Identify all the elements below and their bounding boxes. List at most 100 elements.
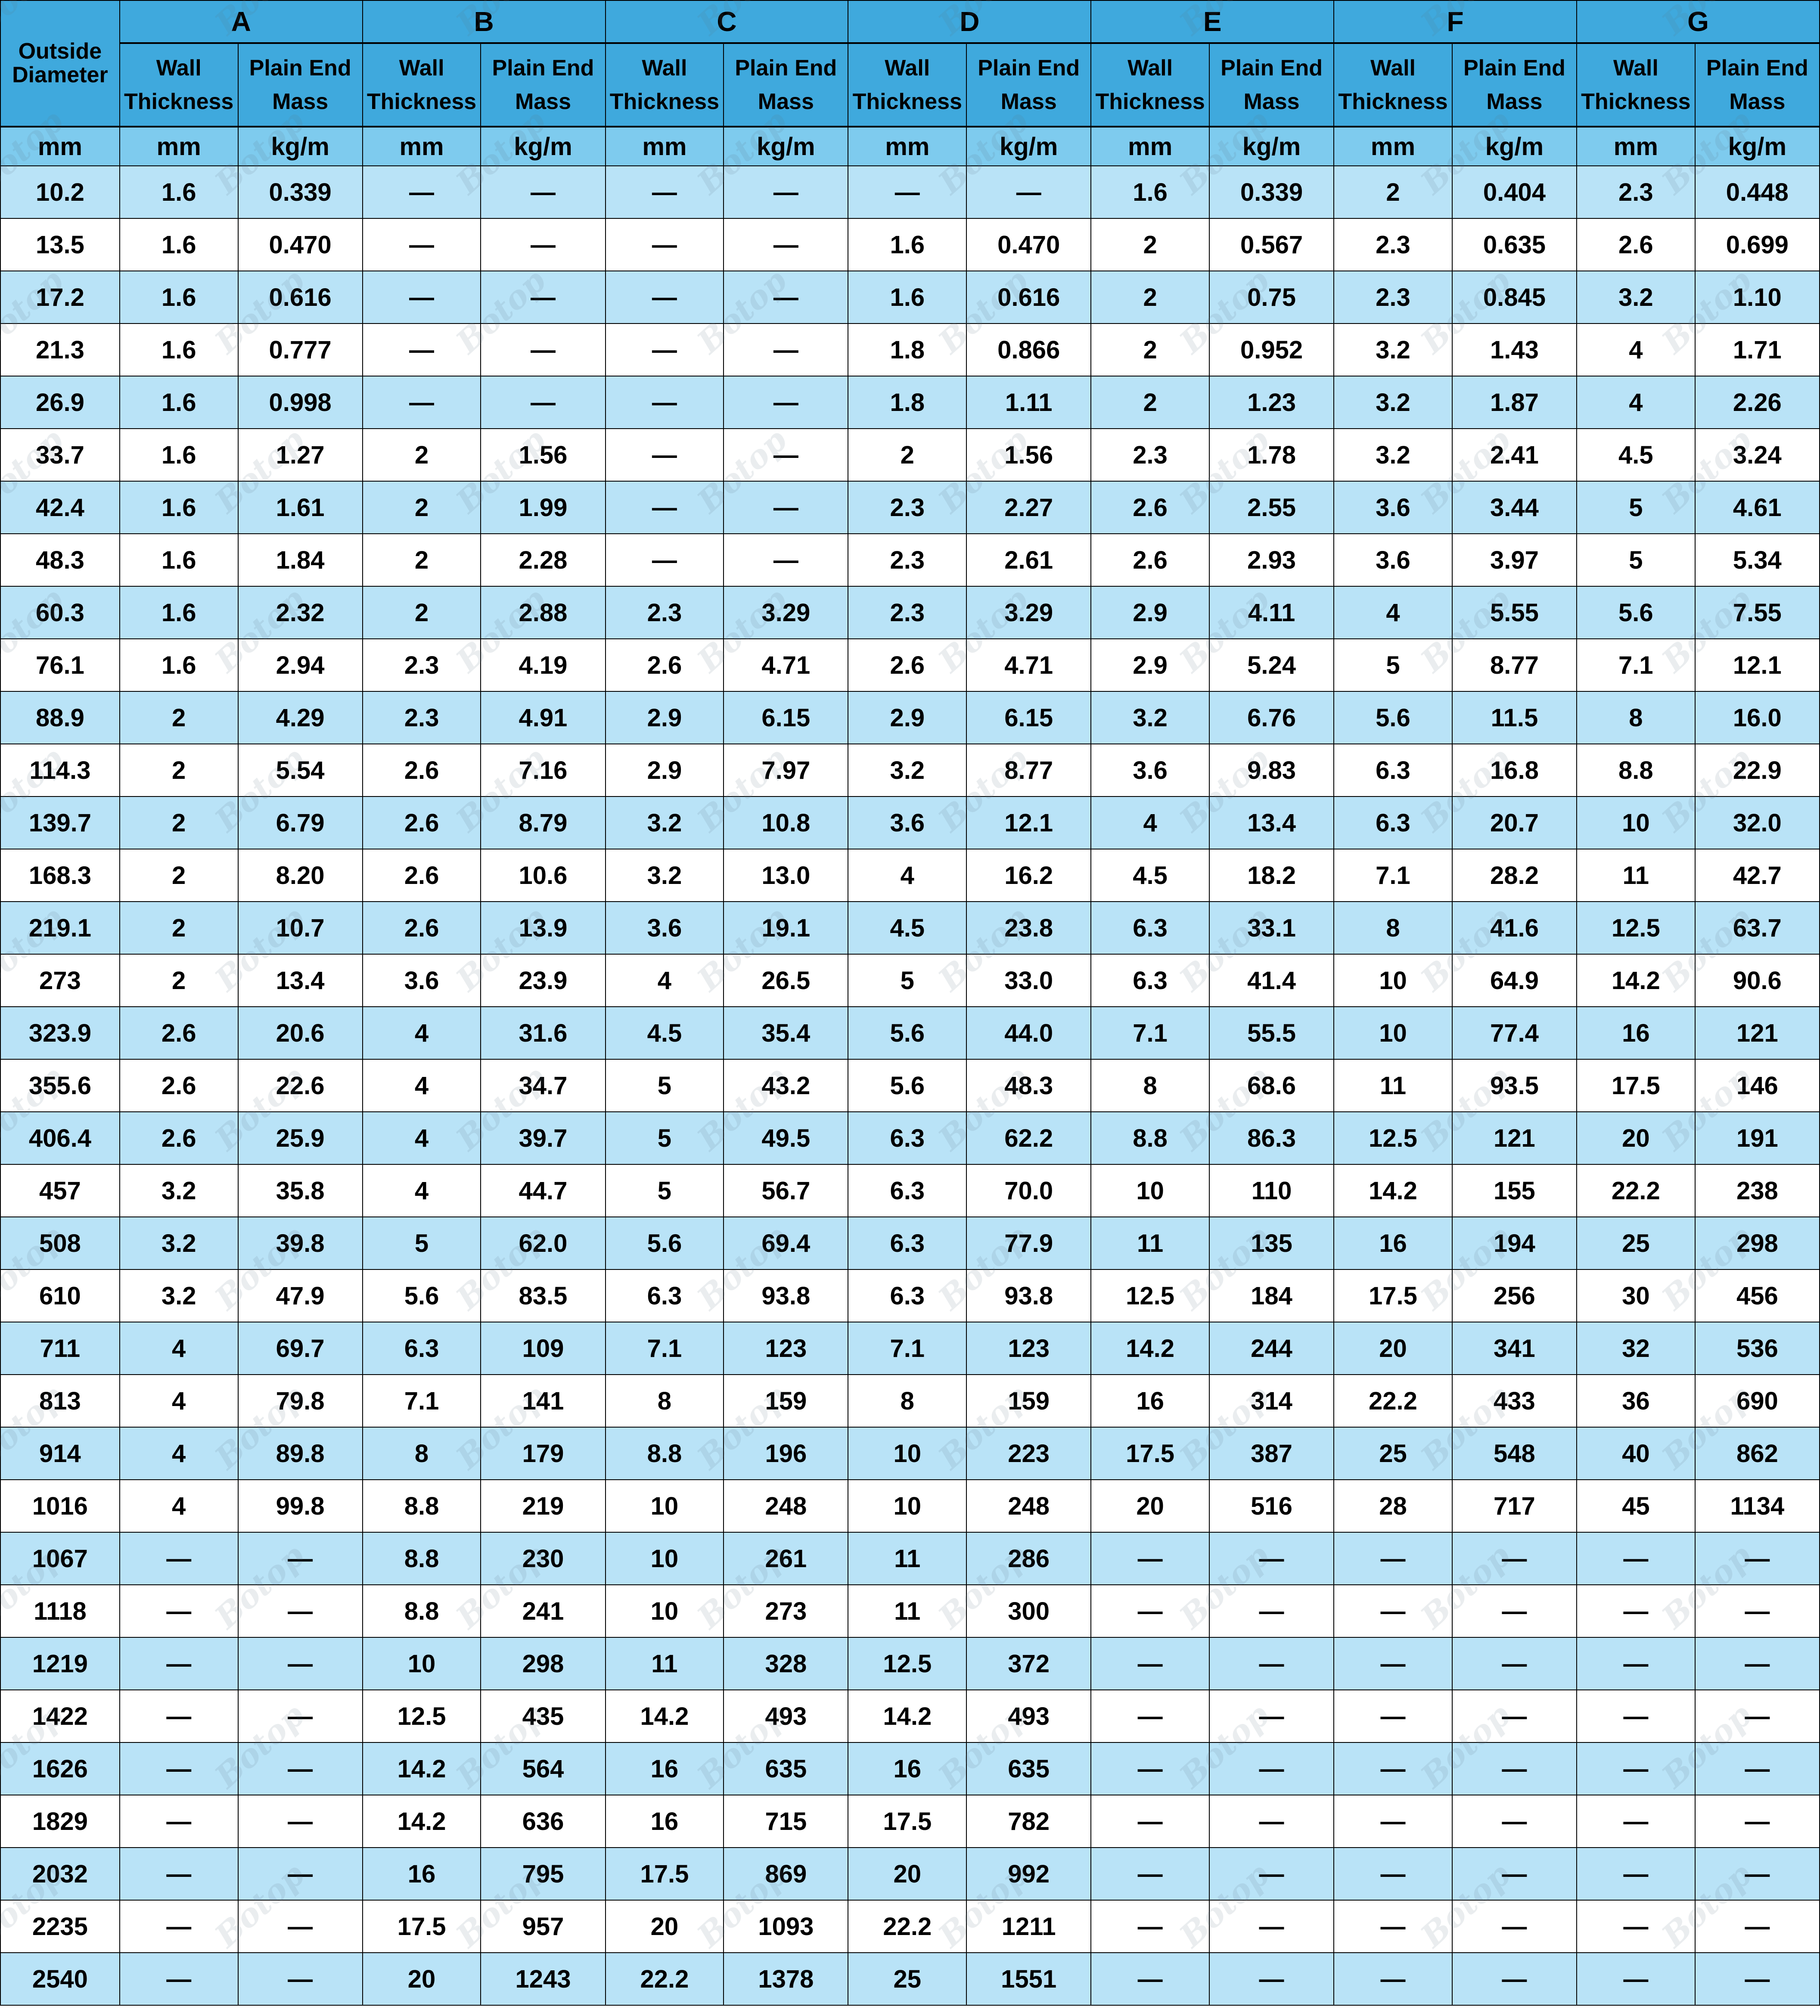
- data-cell: —: [1333, 1532, 1453, 1585]
- table-head: Outside Diameter A B C D E F G Wall Thic…: [0, 0, 1820, 127]
- data-cell: —: [1576, 1952, 1696, 2006]
- data-cell: 5.6: [605, 1216, 724, 1270]
- data-cell: 4: [362, 1164, 481, 1217]
- data-cell: 2.6: [119, 1059, 239, 1112]
- data-cell: 1.11: [966, 376, 1092, 429]
- sub-header-row: Wall Thickness Plain End Mass Wall Thick…: [0, 43, 1820, 127]
- data-cell: 159: [966, 1374, 1092, 1428]
- outside-diameter-cell: 48.3: [0, 533, 120, 587]
- data-cell: —: [1451, 1742, 1577, 1795]
- data-cell: 3.2: [1333, 428, 1453, 482]
- data-cell: 16: [605, 1742, 724, 1795]
- data-cell: —: [1451, 1847, 1577, 1901]
- data-cell: 39.8: [237, 1216, 363, 1270]
- data-cell: 1.6: [119, 165, 239, 219]
- data-cell: 2: [1090, 323, 1210, 376]
- data-cell: 2: [1090, 218, 1210, 271]
- data-cell: 6.3: [605, 1269, 724, 1322]
- data-cell: 8: [1333, 901, 1453, 955]
- table-row: 21.3 1.6 0.777— — — —1.8 0.866 2 0.952 3.2 1.43 4 1.…: [0, 323, 1820, 376]
- data-cell: 135: [1208, 1216, 1335, 1270]
- data-cell: —: [848, 165, 967, 219]
- data-cell: 1.56: [966, 428, 1092, 482]
- data-cell: 8.8: [1576, 744, 1696, 797]
- data-cell: 7.55: [1694, 586, 1820, 639]
- data-cell: 548: [1451, 1427, 1577, 1480]
- data-cell: 219: [480, 1479, 606, 1533]
- data-cell: 20: [1576, 1111, 1696, 1165]
- data-cell: 12.5: [848, 1637, 967, 1690]
- data-cell: 35.8: [237, 1164, 363, 1217]
- data-cell: 1243: [480, 1952, 606, 2006]
- data-cell: 7.1: [605, 1322, 724, 1375]
- sub-header-e-wall-thickness: Wall Thickness: [1090, 43, 1210, 127]
- data-cell: 5.6: [1333, 691, 1453, 744]
- data-cell: 2.94: [237, 638, 363, 692]
- data-cell: 0.448: [1694, 165, 1820, 219]
- data-cell: —: [237, 1900, 363, 1953]
- table-row: 42.4 1.6 1.61 2 1.99— —2.3 2.27 2.6 2.55 3.6 3.44 5…: [0, 481, 1820, 534]
- data-cell: 55.5: [1208, 1006, 1335, 1060]
- sub-header-c-plain-end-mass: Plain End Mass: [723, 43, 849, 127]
- data-cell: 4: [1090, 796, 1210, 849]
- data-cell: 44.7: [480, 1164, 606, 1217]
- data-cell: —: [119, 1795, 239, 1848]
- data-cell: —: [1694, 1795, 1820, 1848]
- table-row: 10.2 1.6 0.339— — — — — —1.6 0.339 2 0.404 2.3 0.448: [0, 165, 1820, 219]
- data-cell: —: [1208, 1532, 1335, 1585]
- data-cell: 8.8: [605, 1427, 724, 1480]
- unit-cell: mm: [1090, 126, 1210, 166]
- data-cell: 8.20: [237, 849, 363, 902]
- data-cell: 36: [1576, 1374, 1696, 1428]
- data-cell: 2.9: [848, 691, 967, 744]
- data-cell: 17.5: [1333, 1269, 1453, 1322]
- data-cell: 13.9: [480, 901, 606, 955]
- data-cell: 4.29: [237, 691, 363, 744]
- data-cell: 14.2: [605, 1689, 724, 1743]
- data-cell: —: [1576, 1742, 1696, 1795]
- data-cell: 10: [605, 1584, 724, 1638]
- data-cell: 1.23: [1208, 376, 1335, 429]
- data-cell: 2.27: [966, 481, 1092, 534]
- data-cell: —: [723, 218, 849, 271]
- data-cell: 11: [1090, 1216, 1210, 1270]
- data-cell: 196: [723, 1427, 849, 1480]
- data-cell: 2.6: [848, 638, 967, 692]
- data-cell: 5: [605, 1059, 724, 1112]
- data-cell: 2.6: [119, 1006, 239, 1060]
- data-cell: 1.87: [1451, 376, 1577, 429]
- data-cell: 4: [605, 954, 724, 1007]
- outside-diameter-cell: 10.2: [0, 165, 120, 219]
- data-cell: 2.9: [605, 691, 724, 744]
- data-cell: 1.6: [119, 428, 239, 482]
- data-cell: 3.6: [1090, 744, 1210, 797]
- data-cell: 19.1: [723, 901, 849, 955]
- data-cell: 39.7: [480, 1111, 606, 1165]
- table-row: 168.3 2 8.20 2.6 10.6 3.2 13.0 4 16.2 4.5 18.2 7.1 2…: [0, 849, 1820, 902]
- data-cell: 8: [1090, 1059, 1210, 1112]
- data-cell: —: [1208, 1952, 1335, 2006]
- data-cell: 93.8: [723, 1269, 849, 1322]
- data-cell: 957: [480, 1900, 606, 1953]
- data-cell: 11: [848, 1584, 967, 1638]
- data-cell: 77.9: [966, 1216, 1092, 1270]
- data-cell: 6.3: [848, 1111, 967, 1165]
- data-cell: 5: [605, 1111, 724, 1165]
- data-cell: 300: [966, 1584, 1092, 1638]
- data-cell: 121: [1694, 1006, 1820, 1060]
- data-cell: 5: [605, 1164, 724, 1217]
- data-cell: —: [1451, 1952, 1577, 2006]
- data-cell: —: [119, 1900, 239, 1953]
- data-cell: 3.2: [1333, 376, 1453, 429]
- data-cell: 33.1: [1208, 901, 1335, 955]
- data-cell: 86.3: [1208, 1111, 1335, 1165]
- data-cell: —: [1451, 1532, 1577, 1585]
- data-cell: 261: [723, 1532, 849, 1585]
- data-cell: 11: [1333, 1059, 1453, 1112]
- data-cell: 12.1: [966, 796, 1092, 849]
- data-cell: 2: [1333, 165, 1453, 219]
- data-cell: 11: [848, 1532, 967, 1585]
- data-cell: —: [1694, 1900, 1820, 1953]
- data-cell: 341: [1451, 1322, 1577, 1375]
- data-cell: 20.6: [237, 1006, 363, 1060]
